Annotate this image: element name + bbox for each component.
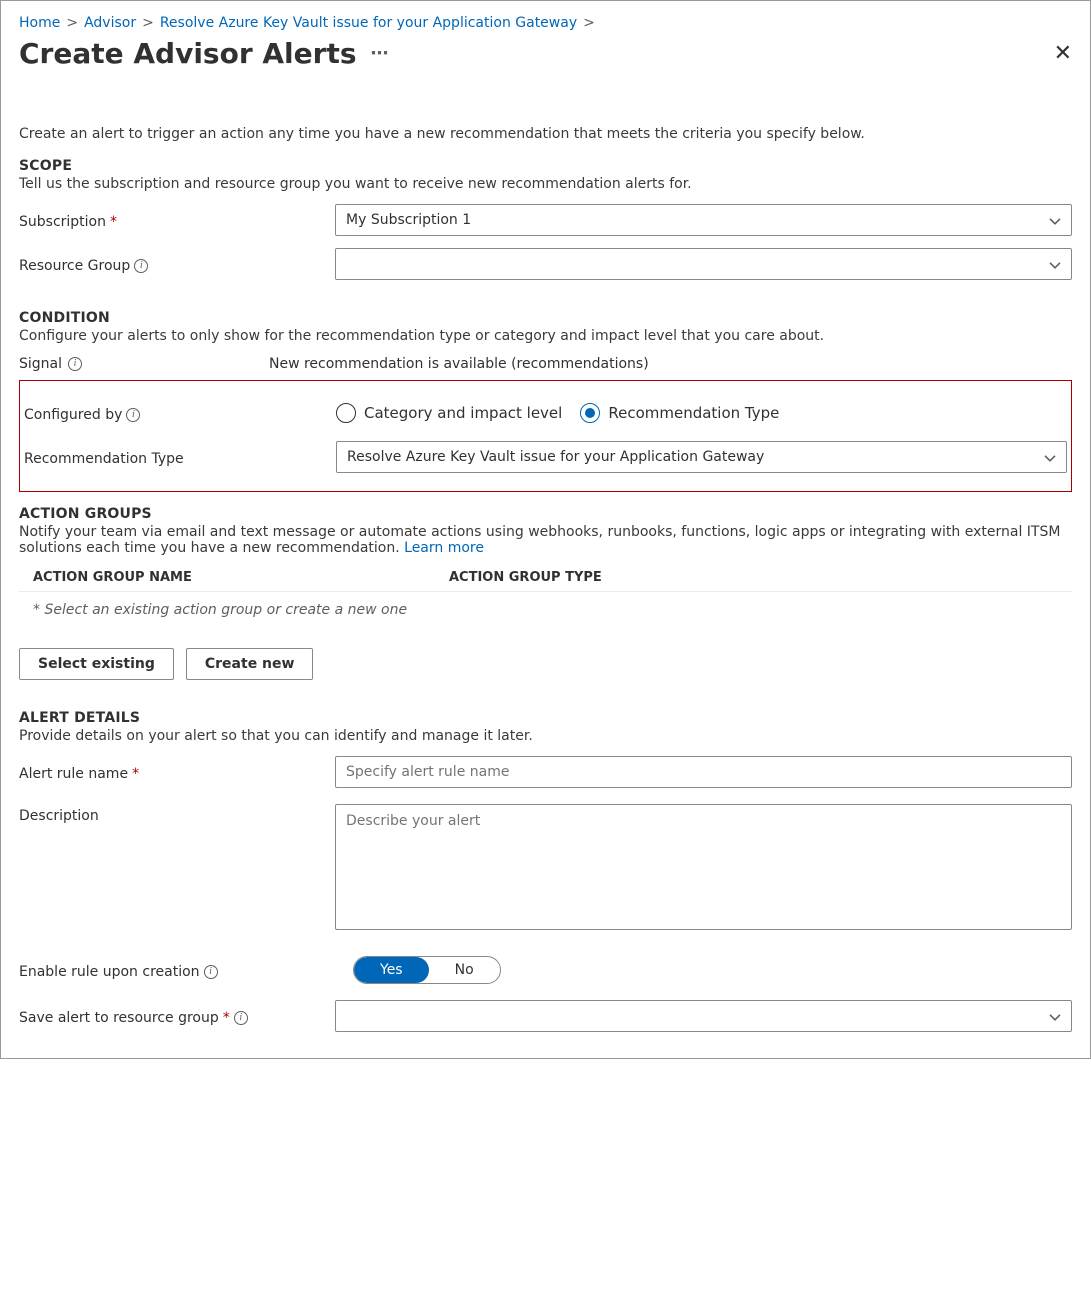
subscription-value: My Subscription 1 <box>346 212 471 228</box>
chevron-down-icon <box>1049 260 1061 272</box>
alert-details-heading: ALERT DETAILS <box>19 710 1072 726</box>
alert-details-desc: Provide details on your alert so that yo… <box>19 728 1072 744</box>
condition-highlight: Configured by i Category and impact leve… <box>19 380 1072 492</box>
save-alert-dropdown[interactable] <box>335 1000 1072 1032</box>
rectype-value: Resolve Azure Key Vault issue for your A… <box>347 449 764 465</box>
breadcrumb-advisor[interactable]: Advisor <box>84 15 136 31</box>
description-textarea[interactable] <box>335 804 1072 930</box>
breadcrumb-home[interactable]: Home <box>19 15 60 31</box>
breadcrumb: Home > Advisor > Resolve Azure Key Vault… <box>19 15 1072 31</box>
chevron-right-icon: > <box>66 15 78 31</box>
condition-desc: Configure your alerts to only show for t… <box>19 328 1072 344</box>
scope-heading: SCOPE <box>19 158 1072 174</box>
action-groups-desc: Notify your team via email and text mess… <box>19 524 1072 556</box>
action-groups-table-header: ACTION GROUP NAME ACTION GROUP TYPE <box>19 570 1072 592</box>
action-groups-heading: ACTION GROUPS <box>19 506 1072 522</box>
resource-group-dropdown[interactable] <box>335 248 1072 280</box>
col-action-group-type: ACTION GROUP TYPE <box>449 570 602 585</box>
enable-rule-toggle[interactable]: Yes No <box>353 956 501 984</box>
toggle-no[interactable]: No <box>429 957 500 983</box>
info-icon[interactable]: i <box>126 408 140 422</box>
alert-rule-name-label: Alert rule name * <box>19 762 335 782</box>
chevron-right-icon: > <box>583 15 595 31</box>
page-title-text: Create Advisor Alerts <box>19 37 357 70</box>
radio-icon <box>336 403 356 423</box>
required-asterisk: * <box>132 766 139 782</box>
page-title: Create Advisor Alerts ⋯ <box>19 37 389 70</box>
alert-rule-name-input[interactable] <box>335 756 1072 788</box>
chevron-right-icon: > <box>142 15 154 31</box>
resource-group-label: Resource Group i <box>19 254 335 274</box>
chevron-down-icon <box>1049 216 1061 228</box>
action-groups-empty: * Select an existing action group or cre… <box>19 592 1072 628</box>
required-asterisk: * <box>223 1010 230 1026</box>
info-icon[interactable]: i <box>134 259 148 273</box>
signal-label: Signal i <box>19 356 269 372</box>
subscription-label: Subscription * <box>19 210 335 230</box>
radio-category-impact[interactable]: Category and impact level <box>336 403 562 423</box>
intro-text: Create an alert to trigger an action any… <box>19 126 1072 142</box>
description-label: Description <box>19 804 335 824</box>
more-icon[interactable]: ⋯ <box>371 45 389 63</box>
configured-by-radioset: Category and impact level Recommendation… <box>336 403 1067 423</box>
info-icon[interactable]: i <box>234 1011 248 1025</box>
save-alert-label: Save alert to resource group * i <box>19 1006 335 1026</box>
condition-heading: CONDITION <box>19 310 1072 326</box>
required-asterisk: * <box>110 214 117 230</box>
close-icon[interactable]: ✕ <box>1054 39 1072 69</box>
recommendation-type-dropdown[interactable]: Resolve Azure Key Vault issue for your A… <box>336 441 1067 473</box>
learn-more-link[interactable]: Learn more <box>404 540 484 556</box>
info-icon[interactable]: i <box>68 357 82 371</box>
select-existing-button[interactable]: Select existing <box>19 648 174 680</box>
scope-desc: Tell us the subscription and resource gr… <box>19 176 1072 192</box>
create-new-button[interactable]: Create new <box>186 648 314 680</box>
chevron-down-icon <box>1049 1012 1061 1024</box>
chevron-down-icon <box>1044 453 1056 465</box>
recommendation-type-label: Recommendation Type <box>24 447 336 467</box>
info-icon[interactable]: i <box>204 965 218 979</box>
radio-icon <box>580 403 600 423</box>
toggle-yes[interactable]: Yes <box>354 957 429 983</box>
breadcrumb-resolve[interactable]: Resolve Azure Key Vault issue for your A… <box>160 15 577 31</box>
radio-recommendation-type[interactable]: Recommendation Type <box>580 403 779 423</box>
signal-value: New recommendation is available (recomme… <box>269 356 649 372</box>
configured-by-label: Configured by i <box>24 403 336 423</box>
subscription-dropdown[interactable]: My Subscription 1 <box>335 204 1072 236</box>
enable-rule-label: Enable rule upon creation i <box>19 960 353 980</box>
col-action-group-name: ACTION GROUP NAME <box>33 570 449 585</box>
